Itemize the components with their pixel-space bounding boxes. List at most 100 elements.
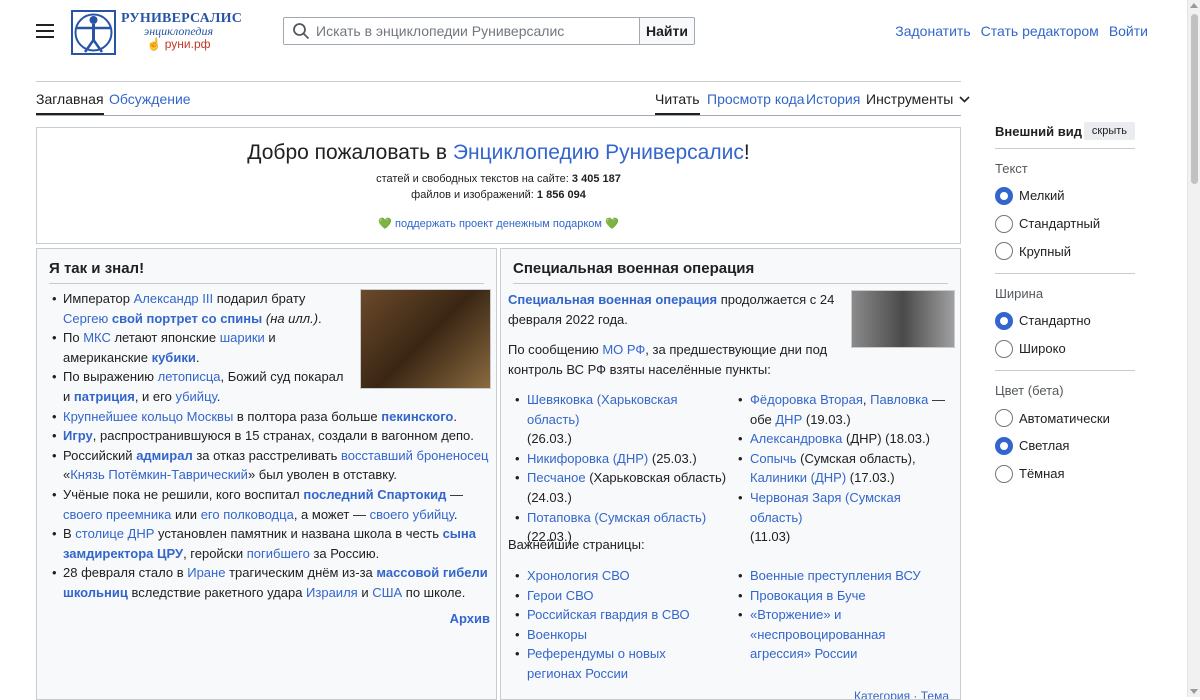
list-item: В столице ДНР установлен памятник и назв… <box>50 524 490 563</box>
list-item: Сопычь (Сумская область),Калиники (ДНР) … <box>731 449 954 488</box>
radio-selected[interactable] <box>995 186 1013 205</box>
place-link[interactable]: ДНР <box>775 412 802 427</box>
hide-appearance-button[interactable]: скрыть <box>1083 122 1135 140</box>
page-link[interactable]: Военные преступления ВСУ <box>750 568 921 583</box>
link[interactable]: Игру <box>63 428 93 443</box>
radio[interactable] <box>995 339 1013 358</box>
place-link[interactable]: Сопычь <box>750 451 797 466</box>
page-link[interactable]: Герои СВО <box>527 588 593 603</box>
place-link[interactable]: Калиники (ДНР) <box>750 470 846 485</box>
link[interactable]: последний Спартокид <box>303 487 446 502</box>
list-item: Военные преступления ВСУ <box>731 566 954 586</box>
scrollbar-thumb[interactable] <box>1191 14 1198 184</box>
archive-link[interactable]: Архив <box>450 611 490 626</box>
link[interactable]: восставший броненосец <box>341 448 488 463</box>
link[interactable]: летописца <box>158 369 221 384</box>
radio[interactable] <box>995 464 1013 483</box>
panel-title: Специальная военная операция <box>513 260 948 284</box>
link[interactable]: шарики <box>220 330 265 345</box>
page-link[interactable]: Хронология СВО <box>527 568 630 583</box>
link[interactable]: кубики <box>152 350 196 365</box>
link[interactable]: патриция <box>74 389 135 404</box>
link[interactable]: его полководца <box>201 507 294 522</box>
color-light-option[interactable]: Светлая <box>995 432 1135 460</box>
text-size-large-option[interactable]: Крупный <box>995 237 1135 265</box>
link[interactable]: массовой гибели школьниц <box>63 565 488 600</box>
place-link[interactable]: Фёдоровка Вторая <box>750 392 863 407</box>
link[interactable]: погибшего <box>247 546 310 561</box>
scroll-down-arrow-icon[interactable] <box>1190 689 1198 694</box>
color-dark-option[interactable]: Тёмная <box>995 460 1135 488</box>
page-link[interactable]: Провокация в Буче <box>750 588 866 603</box>
link[interactable]: адмирал <box>136 448 193 463</box>
link[interactable]: пекинского <box>381 409 453 424</box>
scroll-up-arrow-icon[interactable] <box>1190 3 1198 8</box>
tab-history[interactable]: История <box>806 91 860 113</box>
link[interactable]: своего преемника <box>63 507 171 522</box>
radio[interactable] <box>995 214 1013 233</box>
place-link[interactable]: Александровка <box>750 431 842 446</box>
link[interactable]: столице ДНР <box>75 526 154 541</box>
text-size-standard-option[interactable]: Стандартный <box>995 210 1135 238</box>
pages-list-right: Военные преступления ВСУ Провокация в Бу… <box>731 566 954 684</box>
link[interactable]: убийцу <box>175 389 216 404</box>
radio[interactable] <box>995 242 1013 261</box>
page-link[interactable]: «Вторжение» и «неспровоцированная агресс… <box>750 607 885 661</box>
page-link[interactable]: Военкоры <box>527 627 587 642</box>
radio-selected[interactable] <box>995 311 1013 330</box>
width-standard-option[interactable]: Стандартно <box>995 307 1135 335</box>
donate-gift-link[interactable]: поддержать проект денежным подарком <box>395 218 602 230</box>
width-label: Ширина <box>995 286 1044 302</box>
link[interactable]: Князь Потёмкин-Таврический <box>70 467 248 482</box>
text-size-small-option[interactable]: Мелкий <box>995 182 1135 210</box>
search-button[interactable]: Найти <box>639 17 695 45</box>
link[interactable]: Крупнейшее кольцо Москвы <box>63 409 233 424</box>
svo-link[interactable]: Специальная военная операция <box>508 292 717 307</box>
donate-link[interactable]: Задонатить <box>895 23 970 39</box>
place-link[interactable]: Песчаное <box>527 470 586 485</box>
login-link[interactable]: Войти <box>1109 23 1148 39</box>
place-link[interactable]: Никифоровка (ДНР) <box>527 451 648 466</box>
link[interactable]: Александр III <box>134 291 214 306</box>
page-link[interactable]: Референдумы о новых регионах России <box>527 646 666 681</box>
tabs-bottom-divider <box>36 115 961 116</box>
logo-domain: ☝ руни.рф <box>121 38 236 51</box>
page-link[interactable]: Российская гвардия в СВО <box>527 607 690 622</box>
color-auto-option[interactable]: Автоматически <box>995 404 1135 432</box>
tab-view-source[interactable]: Просмотр кода <box>707 91 805 113</box>
option-label: Тёмная <box>1019 466 1065 482</box>
radio[interactable] <box>995 409 1013 428</box>
link[interactable]: Иране <box>187 565 225 580</box>
main-menu-icon[interactable] <box>36 24 54 38</box>
become-editor-link[interactable]: Стать редактором <box>981 23 1099 39</box>
place-link[interactable]: Червоная Заря (Сумская область) <box>750 490 901 525</box>
link[interactable]: своего убийцу <box>370 507 454 522</box>
site-logo[interactable]: РУНИВЕРСАЛИС энциклопедия ☝ руни.рф <box>121 12 242 51</box>
tab-main-page[interactable]: Заглавная <box>36 91 104 115</box>
radio-selected[interactable] <box>995 436 1013 455</box>
link[interactable]: свой портрет со спины <box>112 311 262 326</box>
place-link[interactable]: Шевяковка (Харьковская область) <box>527 392 678 427</box>
link[interactable]: США <box>372 585 402 600</box>
appearance-header: Внешний вид скрыть <box>995 122 1135 149</box>
width-wide-option[interactable]: Широко <box>995 335 1135 363</box>
place-date: (24.03.) <box>527 489 572 505</box>
search-field[interactable] <box>283 17 640 45</box>
place-link[interactable]: Павловка <box>870 392 928 407</box>
categories-link[interactable]: Категория · Тема <box>854 689 949 699</box>
place-link[interactable]: Потаповка (Сумская область) <box>527 510 706 525</box>
option-label: Стандартно <box>1019 313 1091 329</box>
search-input[interactable] <box>316 23 616 39</box>
vitruvian-logo-icon[interactable] <box>71 10 116 55</box>
welcome-encyclopedia-link[interactable]: Энциклопедию Руниверсалис <box>453 141 744 164</box>
photo-thumbnail[interactable] <box>851 290 955 348</box>
link[interactable]: Сергею <box>63 311 108 326</box>
mod-rf-link[interactable]: МО РФ <box>602 342 645 357</box>
tab-discussion[interactable]: Обсуждение <box>109 91 191 113</box>
files-stat: файлов и изображений: 1 856 094 <box>37 187 960 203</box>
link[interactable]: Израиля <box>306 585 358 600</box>
tab-tools[interactable]: Инструменты <box>866 91 970 113</box>
tab-read[interactable]: Читать <box>655 91 700 115</box>
link[interactable]: МКС <box>83 330 111 345</box>
vertical-scrollbar[interactable] <box>1187 0 1200 697</box>
